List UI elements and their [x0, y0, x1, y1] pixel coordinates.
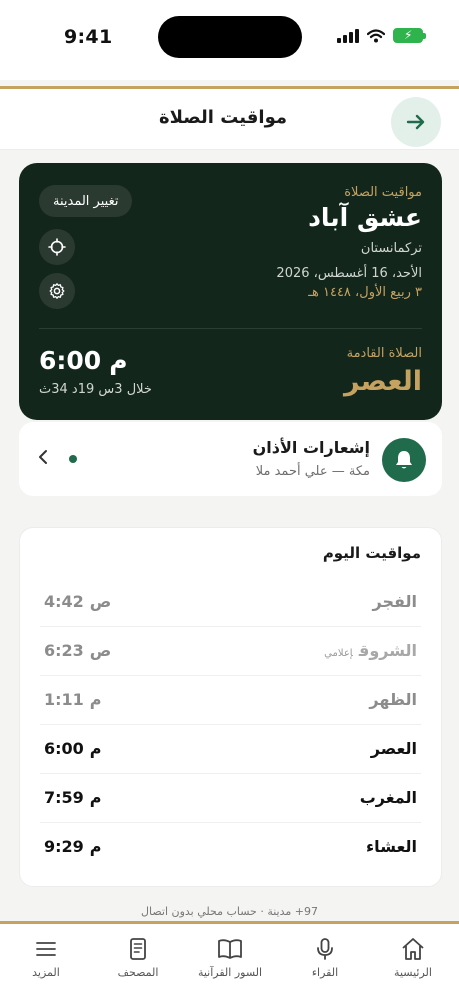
arrow-right-icon	[406, 114, 425, 130]
hero-label: مواقيت الصلاة	[344, 185, 422, 200]
prayer-row-asr: العصر 6:00 م	[40, 725, 421, 774]
prayer-name: العشاء	[366, 837, 417, 856]
tab-label: السور القرآنية	[197, 966, 263, 979]
next-prayer-time: 6:00 م	[39, 346, 128, 375]
prayer-row-dhuhr: الظهر 1:11 م	[40, 676, 421, 725]
next-prayer-period: م	[109, 346, 128, 375]
tab-reciters[interactable]: القراء	[279, 936, 371, 979]
chevron-left-icon	[37, 446, 49, 470]
page-title: مواقيت الصلاة	[158, 107, 287, 128]
microphone-icon	[317, 938, 333, 960]
next-prayer-label: الصلاة القادمة	[346, 346, 422, 361]
status-icons: ⚡	[337, 28, 426, 43]
prayer-name: العصر	[370, 739, 417, 758]
prayer-row-sunrise: الشروقإعلامي 6:23 ص	[40, 627, 421, 676]
prayer-name: الظهر	[369, 690, 417, 709]
tab-home[interactable]: الرئيسية	[367, 936, 459, 979]
crosshair-icon	[48, 238, 66, 256]
adhan-subtitle: مكة — علي أحمد ملا	[255, 464, 370, 479]
prayer-name: الفجر	[372, 592, 418, 611]
settings-button[interactable]	[39, 273, 75, 309]
adhan-notifications-row[interactable]: إشعارات الأذان مكة — علي أحمد ملا	[19, 422, 442, 496]
gregorian-date: الأحد، 16 أغسطس، 2026	[276, 266, 422, 281]
tab-label: المصحف	[117, 966, 159, 979]
back-button[interactable]	[391, 97, 441, 147]
mushaf-icon	[130, 938, 146, 960]
prayer-time: 4:42 ص	[44, 592, 112, 611]
change-city-button[interactable]: تغيير المدينة	[39, 185, 133, 217]
next-prayer-name: العصر	[343, 366, 422, 397]
hero-divider	[39, 328, 422, 329]
informational-tag: إعلامي	[324, 648, 353, 659]
prayer-hero-card: مواقيت الصلاة عشق آباد تركمانستان الأحد،…	[19, 163, 442, 420]
prayer-time: 6:00 م	[44, 739, 102, 758]
tab-bar: الرئيسية القراء السور القرآنية المصحف ال…	[0, 921, 459, 999]
header: مواقيت الصلاة	[0, 86, 459, 150]
gear-icon	[49, 283, 65, 299]
tab-mushaf[interactable]: المصحف	[92, 936, 184, 979]
locate-button[interactable]	[39, 229, 75, 265]
tab-more[interactable]: المزيد	[0, 936, 92, 979]
status-bar: 9:41 ⚡	[0, 0, 459, 80]
status-time: 9:41	[64, 26, 113, 48]
today-prayer-times-card: مواقيت اليوم الفجر 4:42 ص الشروقإعلامي 6:…	[19, 527, 442, 887]
book-icon	[218, 939, 242, 959]
prayer-time: 9:29 م	[44, 837, 102, 856]
city-name: عشق آباد	[308, 203, 422, 232]
home-icon	[402, 938, 424, 960]
today-title: مواقيت اليوم	[322, 544, 421, 562]
prayer-name: المغرب	[359, 788, 417, 807]
prayer-row-fajr: الفجر 4:42 ص	[40, 578, 421, 627]
footer-note: 97+ مدينة · حساب محلي بدون اتصال	[141, 905, 318, 918]
dynamic-island	[158, 16, 302, 58]
tab-label: القراء	[311, 966, 339, 979]
prayer-time: 6:23 ص	[44, 641, 112, 660]
prayer-time: 1:11 م	[44, 690, 102, 709]
active-indicator-dot	[69, 455, 77, 463]
prayer-time: 7:59 م	[44, 788, 102, 807]
tab-surahs[interactable]: السور القرآنية	[184, 936, 276, 979]
wifi-icon	[367, 28, 385, 42]
prayer-row-maghrib: المغرب 7:59 م	[40, 774, 421, 823]
prayer-name: الشروقإعلامي	[324, 641, 417, 660]
menu-icon	[36, 942, 56, 956]
adhan-title: إشعارات الأذان	[252, 438, 370, 457]
tab-label: الرئيسية	[394, 966, 432, 979]
bell-icon	[382, 438, 426, 482]
next-prayer-time-value: 6:00	[39, 346, 102, 375]
cellular-signal-icon	[337, 28, 359, 43]
tab-label: المزيد	[32, 966, 60, 979]
hijri-date: ٣ ربيع الأول، ١٤٤٨ هـ	[308, 285, 422, 300]
countdown: خلال 3س 19د 34ث	[39, 382, 152, 397]
battery-icon: ⚡	[393, 28, 426, 43]
prayer-row-isha: العشاء 9:29 م	[40, 823, 421, 872]
country-name: تركمانستان	[360, 241, 422, 256]
